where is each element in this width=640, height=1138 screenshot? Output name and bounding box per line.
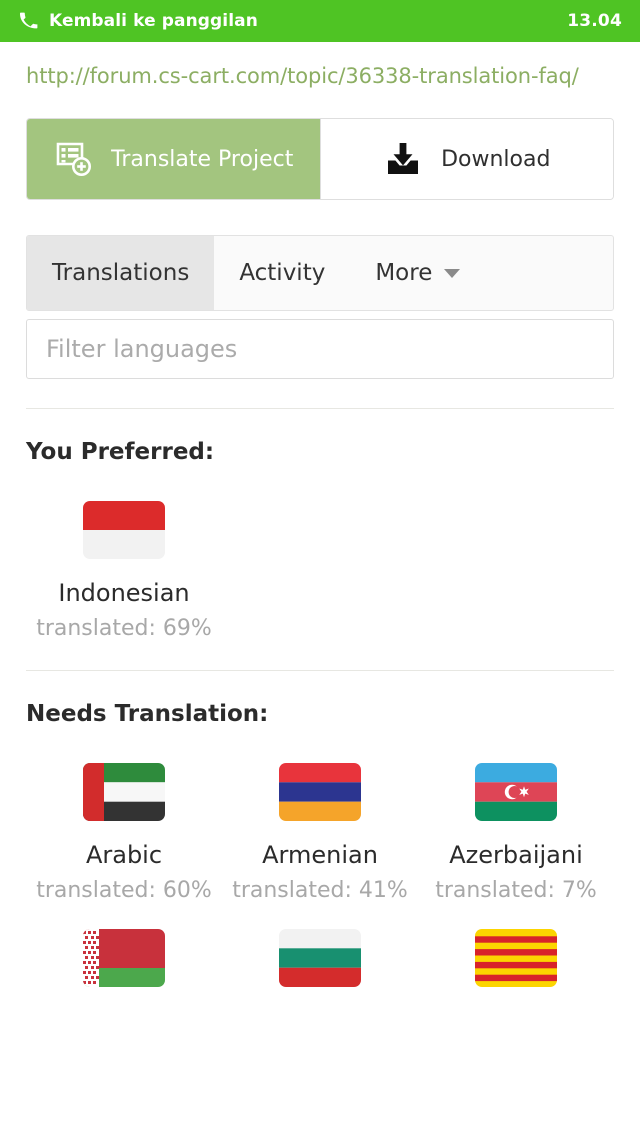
language-name: Armenian [262,841,378,869]
project-tabs: Translations Activity More [26,235,614,311]
list-item[interactable]: Armenian translated: 41% [222,763,418,903]
tab-activity-label: Activity [239,260,326,286]
url-bar[interactable]: http://forum.cs-cart.com/topic/36338-tra… [0,42,640,88]
language-name: Arabic [85,841,163,869]
tab-translations-label: Translations [52,260,190,286]
language-progress: translated: 60% [36,878,212,903]
filter-languages-input[interactable] [26,319,614,379]
download-button[interactable]: Download [320,119,613,199]
flag-indonesia-icon [83,501,165,559]
section-title-needs: Needs Translation: [26,701,269,727]
flag-belarus-icon [83,929,165,987]
phone-handset-icon [19,12,38,29]
return-to-call-label: Kembali ke panggilan [49,11,258,31]
tab-translations[interactable]: Translations [27,236,215,310]
flag-armenia-icon [279,763,361,821]
status-bar-clock: 13.04 [567,11,622,31]
language-name: Azerbaijani [449,841,583,869]
return-to-call-banner[interactable]: Kembali ke panggilan [18,11,567,31]
tab-more[interactable]: More [350,236,485,310]
filter-row [26,319,614,379]
download-label: Download [441,146,551,172]
list-item[interactable] [26,929,222,1016]
grid-spacer [222,501,418,641]
section-divider-needs [26,670,614,671]
flag-bulgaria-icon [279,929,361,987]
preferred-language-grid: Indonesian translated: 69% [26,501,614,641]
translate-project-button[interactable]: Translate Project [27,119,321,199]
tab-more-label: More [375,260,433,286]
flag-catalan-icon [475,929,557,987]
list-item[interactable]: Azerbaijani translated: 7% [418,763,614,903]
page-url[interactable]: http://forum.cs-cart.com/topic/36338-tra… [26,64,614,88]
section-title-preferred: You Preferred: [26,439,215,465]
flag-azerbaijan-icon [475,763,557,821]
chevron-down-icon [444,268,461,278]
grid-spacer [418,501,614,641]
status-bar: Kembali ke panggilan 13.04 [0,0,640,42]
project-action-bar: Translate Project Download [26,118,614,200]
page-content: Translate Project Download Translations … [0,118,640,1016]
flag-uae-icon [83,763,165,821]
tab-activity[interactable]: Activity [214,236,350,310]
translate-project-label: Translate Project [111,146,294,172]
language-progress: translated: 7% [435,878,597,903]
language-progress: translated: 41% [232,878,408,903]
download-tray-icon [388,143,419,174]
list-item[interactable]: Indonesian translated: 69% [26,501,222,641]
list-item[interactable]: Arabic translated: 60% [26,763,222,903]
list-item[interactable] [222,929,418,1016]
needs-translation-grid: Arabic translated: 60% Armenian translat… [26,763,614,1016]
list-item[interactable] [418,929,614,1016]
document-list-add-icon [56,142,92,176]
section-divider-preferred [26,408,614,409]
language-name: Indonesian [58,579,190,607]
language-progress: translated: 69% [36,616,212,641]
